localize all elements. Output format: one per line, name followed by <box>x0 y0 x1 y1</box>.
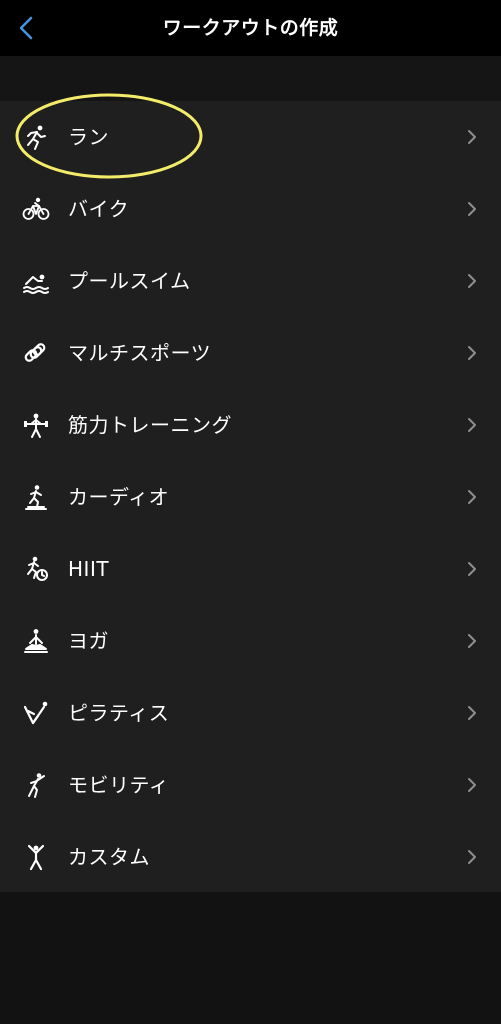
list-item-label: モビリティ <box>68 773 170 797</box>
workout-type-list: ラン バイク プールスイム マルチスポーツ 筋力トレーニング カーディオ HII… <box>0 101 501 892</box>
header-spacer <box>0 56 501 101</box>
chevron-right-icon <box>468 778 476 792</box>
list-item-label: 筋力トレーニング <box>68 413 232 437</box>
multisport-icon <box>22 339 50 367</box>
nav-bar: ワークアウトの作成 <box>0 0 501 56</box>
list-item-pilates[interactable]: ピラティス <box>0 677 501 749</box>
list-item-bike[interactable]: バイク <box>0 173 501 245</box>
chevron-right-icon <box>468 130 476 144</box>
chevron-right-icon <box>468 634 476 648</box>
list-item-label: HIIT <box>68 557 110 581</box>
list-item-custom[interactable]: カスタム <box>0 821 501 893</box>
chevron-right-icon <box>468 562 476 576</box>
running-icon <box>22 123 50 151</box>
chevron-right-icon <box>468 418 476 432</box>
chevron-right-icon <box>468 706 476 720</box>
list-item-run[interactable]: ラン <box>0 101 501 173</box>
list-item-yoga[interactable]: ヨガ <box>0 605 501 677</box>
list-item-label: マルチスポーツ <box>68 341 212 365</box>
chevron-right-icon <box>468 490 476 504</box>
list-item-mobility[interactable]: モビリティ <box>0 749 501 821</box>
list-item-strength-training[interactable]: 筋力トレーニング <box>0 389 501 461</box>
chevron-right-icon <box>468 850 476 864</box>
list-item-label: カスタム <box>68 845 150 869</box>
list-item-label: ピラティス <box>68 701 170 725</box>
custom-icon <box>22 843 50 871</box>
swimming-icon <box>22 267 50 295</box>
chevron-right-icon <box>468 202 476 216</box>
page-title: ワークアウトの作成 <box>162 17 339 39</box>
mobility-icon <box>22 771 50 799</box>
chevron-right-icon <box>468 346 476 360</box>
yoga-icon <box>22 627 50 655</box>
list-item-hiit[interactable]: HIIT <box>0 533 501 605</box>
list-item-multisport[interactable]: マルチスポーツ <box>0 317 501 389</box>
list-item-pool-swim[interactable]: プールスイム <box>0 245 501 317</box>
list-item-label: バイク <box>68 197 130 221</box>
pilates-icon <box>22 699 50 727</box>
list-item-label: プールスイム <box>68 269 191 293</box>
chevron-left-icon <box>19 16 33 40</box>
list-item-label: ヨガ <box>68 629 109 653</box>
chevron-right-icon <box>468 274 476 288</box>
bottom-empty-area <box>0 892 501 1024</box>
hiit-icon <box>22 555 50 583</box>
list-item-label: カーディオ <box>68 485 170 509</box>
bicycle-icon <box>22 195 50 223</box>
back-button[interactable] <box>10 12 42 44</box>
app-screen: ワークアウトの作成 ラン バイク プールスイム マルチスポーツ 筋力トレーニング… <box>0 0 501 1024</box>
cardio-icon <box>22 483 50 511</box>
strength-icon <box>22 411 50 439</box>
list-item-label: ラン <box>68 125 109 149</box>
list-item-cardio[interactable]: カーディオ <box>0 461 501 533</box>
